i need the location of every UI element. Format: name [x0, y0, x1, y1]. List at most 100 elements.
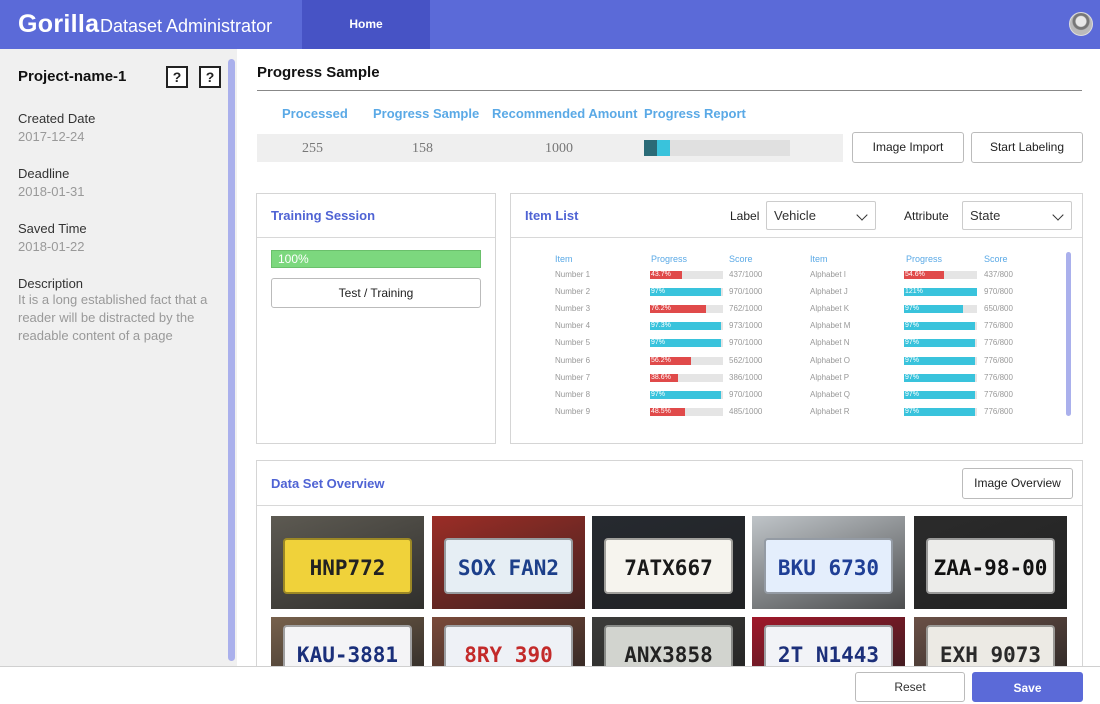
- attribute-select[interactable]: State: [962, 201, 1072, 230]
- item-name: Alphabet M: [810, 321, 851, 330]
- item-progress-bar: 54.6%: [904, 271, 977, 279]
- item-score: 650/800: [984, 304, 1013, 313]
- tab-home[interactable]: Home: [302, 0, 430, 49]
- plate-text: 2T N1443: [764, 625, 893, 666]
- license-plate-image[interactable]: 7ATX667: [592, 516, 745, 609]
- progress-sample-header: Progress Sample: [373, 106, 480, 121]
- image-overview-button[interactable]: Image Overview: [962, 468, 1073, 499]
- attribute-select-value: State: [970, 208, 1001, 223]
- item-progress-text: 97%: [905, 374, 920, 381]
- item-score: 485/1000: [729, 407, 763, 416]
- item-score: 562/1000: [729, 356, 763, 365]
- item-progress-fill: 43.7%: [650, 271, 682, 279]
- chevron-down-icon: [856, 209, 868, 221]
- sidebar-scrollbar[interactable]: [228, 59, 235, 661]
- deadline-value: 2018-01-31: [18, 184, 85, 199]
- item-progress-text: 48.5%: [651, 408, 671, 415]
- help-icon[interactable]: ?: [199, 66, 221, 88]
- license-plate-image[interactable]: ANX3858: [592, 617, 745, 666]
- saved-time-value: 2018-01-22: [18, 239, 85, 254]
- progress-sample-value: 158: [412, 141, 433, 156]
- progress-report-fill: [644, 140, 657, 156]
- save-button[interactable]: Save: [972, 672, 1083, 702]
- plate-text: HNP772: [283, 538, 412, 594]
- item-list-scrollbar[interactable]: [1066, 252, 1071, 416]
- label-select[interactable]: Vehicle: [766, 201, 876, 230]
- reset-button[interactable]: Reset: [855, 672, 965, 702]
- progress-report-fill: [657, 140, 670, 156]
- item-progress-bar: 97%: [650, 288, 723, 296]
- item-column-header: Item: [810, 254, 828, 264]
- license-plate-image[interactable]: ZAA-98-00: [914, 516, 1067, 609]
- score-column-header: Score: [984, 254, 1008, 264]
- item-progress-fill: 97%: [904, 339, 975, 347]
- divider: [511, 237, 1082, 238]
- processed-value: 255: [302, 141, 323, 156]
- progress-report-header: Progress Report: [644, 106, 746, 121]
- item-progress-text: 97%: [905, 322, 920, 329]
- license-plate-image[interactable]: HNP772: [271, 516, 424, 609]
- item-progress-bar: 97%: [904, 339, 977, 347]
- start-labeling-button[interactable]: Start Labeling: [971, 132, 1083, 163]
- item-list-title: Item List: [525, 208, 579, 223]
- divider: [257, 505, 1082, 506]
- item-progress-text: 97%: [651, 391, 666, 398]
- item-progress-fill: 48.5%: [650, 408, 686, 416]
- logo: Gorilla: [18, 10, 100, 38]
- item-progress-fill: 97%: [904, 305, 964, 313]
- processed-header: Processed: [282, 106, 348, 121]
- sidebar: Project-name-1 ? ? Created Date 2017-12-…: [0, 49, 237, 666]
- license-plate-image[interactable]: EXH 9073: [914, 617, 1067, 666]
- top-bar: Gorilla Dataset Administrator Home: [0, 0, 1100, 49]
- item-score: 970/1000: [729, 338, 763, 347]
- recommended-amount-header: Recommended Amount: [492, 106, 638, 121]
- plate-text: SOX FAN2: [444, 538, 573, 594]
- description-text: It is a long established fact that a rea…: [18, 292, 208, 343]
- item-progress-text: 43.7%: [651, 271, 671, 278]
- training-session-title: Training Session: [271, 208, 376, 223]
- avatar[interactable]: [1069, 12, 1093, 36]
- item-name: Alphabet J: [810, 287, 848, 296]
- item-progress-text: 121%: [905, 288, 923, 295]
- item-progress-bar: 97%: [650, 339, 723, 347]
- item-name: Alphabet K: [810, 304, 850, 313]
- help-icon[interactable]: ?: [166, 66, 188, 88]
- item-score: 437/1000: [729, 270, 763, 279]
- item-progress-fill: 121%: [904, 288, 977, 296]
- item-column-header: Item: [555, 254, 573, 264]
- progress-column-header: Progress: [651, 254, 688, 264]
- created-date-label: Created Date: [18, 111, 96, 126]
- item-score: 776/800: [984, 338, 1013, 347]
- app-title: Dataset Administrator: [100, 16, 273, 36]
- image-import-button[interactable]: Image Import: [852, 132, 964, 163]
- item-progress-bar: 97%: [904, 408, 977, 416]
- item-name: Alphabet I: [810, 270, 847, 279]
- item-progress-text: 76.2%: [651, 305, 671, 312]
- item-progress-bar: 97%: [904, 305, 977, 313]
- data-set-overview-title: Data Set Overview: [271, 476, 385, 491]
- created-date-value: 2017-12-24: [18, 129, 85, 144]
- item-progress-bar: 121%: [904, 288, 977, 296]
- plate-text: ZAA-98-00: [926, 538, 1055, 594]
- item-score: 776/800: [984, 321, 1013, 330]
- item-progress-fill: 97%: [904, 408, 975, 416]
- item-progress-text: 97%: [905, 391, 920, 398]
- item-score: 970/800: [984, 287, 1013, 296]
- item-name: Number 6: [555, 356, 591, 365]
- license-plate-image[interactable]: BKU 6730: [752, 516, 905, 609]
- test-training-button[interactable]: Test / Training: [271, 278, 481, 308]
- license-plate-image[interactable]: 2T N1443: [752, 617, 905, 666]
- item-name: Number 7: [555, 373, 591, 382]
- chevron-down-icon: [1052, 209, 1064, 221]
- item-name: Number 1: [555, 270, 591, 279]
- item-name: Alphabet R: [810, 407, 850, 416]
- item-score: 776/800: [984, 390, 1013, 399]
- license-plate-image[interactable]: KAU-3881: [271, 617, 424, 666]
- item-name: Alphabet P: [810, 373, 850, 382]
- license-plate-image[interactable]: SOX FAN2: [432, 516, 585, 609]
- item-score: 776/800: [984, 407, 1013, 416]
- license-plate-image[interactable]: 8RY 390: [432, 617, 585, 666]
- item-progress-text: 56.2%: [651, 357, 671, 364]
- item-progress-fill: 97%: [650, 288, 721, 296]
- item-progress-bar: 56.2%: [650, 357, 723, 365]
